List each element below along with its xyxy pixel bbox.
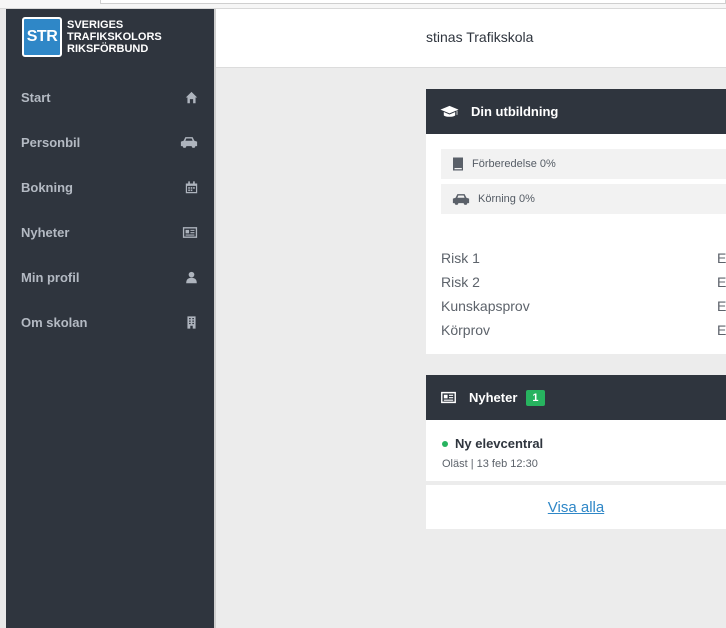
sidebar-item-personbil[interactable]: Personbil (6, 120, 214, 165)
test-name: Körprov (441, 322, 491, 338)
test-status: Ej (717, 274, 726, 290)
sidebar-item-label: Min profil (21, 270, 80, 285)
calendar-icon (185, 181, 198, 194)
test-row: Kunskapsprov Ej (426, 294, 726, 318)
sidebar-item-label: Personbil (21, 135, 81, 150)
test-name: Kunskapsprov (441, 298, 530, 314)
test-name: Risk 1 (441, 250, 480, 266)
logo-line: TRAFIKSKOLORS (67, 31, 162, 43)
logo-line: SVERIGES (67, 19, 124, 31)
news-header: Nyheter 1 (426, 375, 726, 420)
sidebar: STR SVERIGES TRAFIKSKOLORS RIKSFÖRBUND S… (6, 9, 214, 628)
progress-korning[interactable]: Körning 0% (441, 184, 726, 214)
address-bar[interactable] (100, 0, 726, 4)
car-icon (452, 193, 470, 205)
show-all-link[interactable]: Visa alla (548, 499, 604, 516)
sidebar-item-bokning[interactable]: Bokning (6, 165, 214, 210)
education-panel: Din utbildning Förberedelse 0% Körning 0… (426, 89, 726, 354)
home-icon (185, 91, 198, 104)
logo-text: SVERIGES TRAFIKSKOLORS RIKSFÖRBUND (67, 19, 162, 55)
news-item[interactable]: Ny elevcentral Oläst | 13 feb 12:30 (426, 420, 726, 481)
panel-title: Nyheter (469, 390, 518, 405)
logo-mark: STR (22, 17, 62, 57)
sidebar-item-label: Om skolan (21, 315, 88, 330)
logo-line: RIKSFÖRBUND (67, 43, 149, 55)
sidebar-item-label: Start (21, 90, 51, 105)
browser-chrome (0, 0, 726, 9)
test-status: Ej (717, 322, 726, 338)
book-icon (453, 157, 463, 171)
building-icon (187, 316, 196, 329)
sidebar-divider (214, 9, 216, 628)
graduation-cap-icon (440, 105, 459, 117)
news-title: Ny elevcentral (455, 436, 544, 451)
test-status: Ej (717, 298, 726, 314)
sidebar-item-label: Bokning (21, 180, 73, 195)
test-row: Körprov Ej (426, 318, 726, 342)
progress-label: Förberedelse 0% (472, 158, 556, 170)
test-name: Risk 2 (441, 274, 480, 290)
main-nav: Start Personbil Bokning Nyheter Min prof… (6, 75, 214, 345)
test-status: Ej (717, 250, 726, 266)
sidebar-item-om-skolan[interactable]: Om skolan (6, 300, 214, 345)
test-list: Risk 1 Ej Risk 2 Ej Kunskapsprov Ej Körp… (426, 246, 726, 342)
newspaper-icon (441, 391, 456, 404)
sidebar-item-nyheter[interactable]: Nyheter (6, 210, 214, 255)
unread-dot-icon (442, 440, 448, 447)
test-row: Risk 1 Ej (426, 246, 726, 270)
newspaper-icon (182, 227, 198, 238)
sidebar-item-min-profil[interactable]: Min profil (6, 255, 214, 300)
test-row: Risk 2 Ej (426, 270, 726, 294)
progress-label: Körning 0% (478, 193, 535, 205)
user-icon (186, 271, 197, 284)
sidebar-item-label: Nyheter (21, 225, 70, 240)
unread-count-badge: 1 (526, 389, 545, 406)
progress-forberedelse[interactable]: Förberedelse 0% (441, 149, 726, 179)
sidebar-item-start[interactable]: Start (6, 75, 214, 120)
show-all-row: Visa alla (426, 485, 726, 529)
panel-title: Din utbildning (471, 104, 559, 119)
top-bar: stinas Trafikskola (216, 9, 726, 68)
news-meta: Oläst | 13 feb 12:30 (442, 458, 538, 470)
news-panel: Nyheter 1 Ny elevcentral Oläst | 13 feb … (426, 375, 726, 529)
str-logo[interactable]: STR SVERIGES TRAFIKSKOLORS RIKSFÖRBUND (22, 17, 162, 57)
education-header: Din utbildning (426, 89, 726, 134)
car-icon (180, 137, 198, 148)
school-name: stinas Trafikskola (426, 29, 534, 45)
news-title-row: Ny elevcentral (442, 436, 711, 451)
